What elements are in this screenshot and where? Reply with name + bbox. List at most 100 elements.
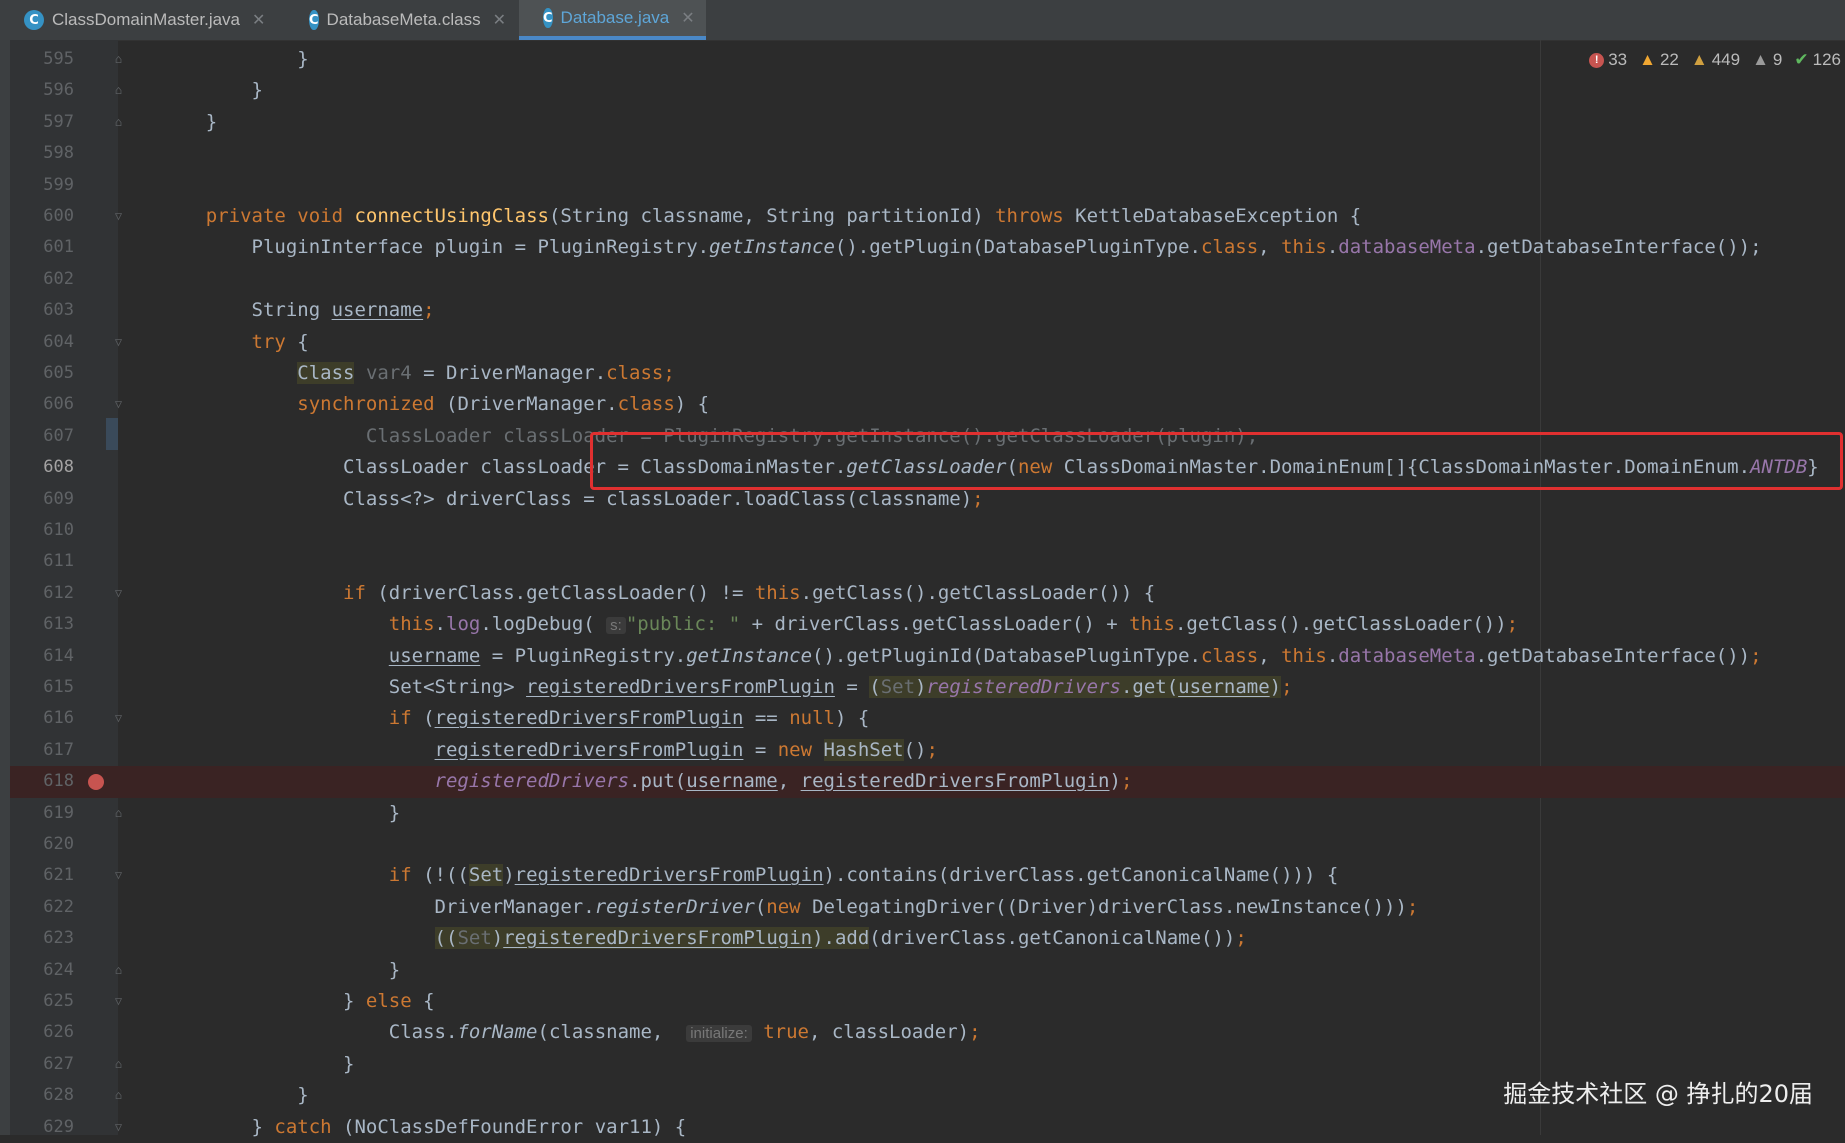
line-number: 616 [43,708,74,729]
editor-tab-bar: C ClassDomainMaster.java ✕ C DatabaseMet… [0,0,1845,41]
line-number: 628 [43,1085,74,1106]
fold-start-icon[interactable]: ▽ [113,712,124,725]
line-number: 603 [43,300,74,321]
fold-start-icon[interactable]: ▽ [113,210,124,223]
line-number: 623 [43,928,74,949]
line-number: 606 [43,394,74,415]
code-text: this.log.logDebug( s: "public: " + driver… [388,613,1519,636]
code-text: if (driverClass.getClassLoader() != this… [343,581,1156,604]
line-number: 611 [43,551,74,572]
line-number: 625 [43,991,74,1011]
code-line: 623 ((Set)registeredDriversFromPlugin).a… [10,923,1845,954]
code-line: 605 Class var4 = DriverManager.class; [10,358,1845,389]
line-number: 609 [43,488,74,509]
code-text: private void connectUsingClass(String cl… [205,205,1362,227]
tab-label: Database.java [560,8,670,27]
param-hint: s: [606,617,626,635]
code-line: 603 String username; [10,295,1845,326]
close-icon[interactable]: ✕ [493,10,506,30]
code-text: if (registeredDriversFromPlugin == null)… [388,707,870,730]
code-line: 615 Set<String> registeredDriversFromPlu… [10,672,1845,703]
line-number: 620 [43,834,74,854]
close-icon[interactable]: ✕ [681,8,694,28]
fold-end-icon[interactable]: ⌂ [113,84,124,97]
tab-classdomainmaster[interactable]: C ClassDomainMaster.java ✕ [0,0,280,40]
line-number: 614 [43,645,74,666]
code-text: username = PluginRegistry.getInstance().… [388,644,1762,667]
code-text: } [160,48,309,70]
code-text: synchronized (DriverManager.class) { [297,393,710,416]
close-icon[interactable]: ✕ [252,10,265,30]
fold-end-icon[interactable]: ⌂ [113,115,124,129]
code-line: 596 ⌂ } [10,75,1845,106]
code-line: 601 PluginInterface plugin = PluginRegis… [10,232,1845,263]
code-text: Class var4 = DriverManager.class; [297,362,675,384]
class-file-icon: C [24,10,44,30]
line-number: 608 [43,457,74,478]
code-text: } catch (NoClassDefFoundError var11) { [160,1115,687,1138]
code-line: 613 this.log.logDebug( s: "public: " + dr… [10,609,1845,640]
line-number: 607 [43,425,74,446]
code-text: registeredDrivers.put(username, register… [434,770,1133,793]
line-number: 613 [43,614,74,635]
tab-database[interactable]: C Database.java ✕ [519,0,706,40]
code-line: 612 ▽ if (driverClass.getClassLoader() !… [10,578,1845,609]
line-number: 615 [43,677,74,697]
fold-end-icon[interactable]: ⌂ [113,1057,124,1071]
fold-end-icon[interactable]: ⌂ [113,806,124,820]
fold-end-icon[interactable]: ⌂ [113,1089,124,1102]
code-text: Set<String> registeredDriversFromPlugin … [160,676,1293,698]
code-text: try { [251,330,309,353]
tab-label: DatabaseMeta.class [326,10,481,29]
line-number: 595 [43,49,74,69]
line-number: 612 [43,582,74,603]
code-text: String username; [160,299,435,322]
code-line: 604 ▽ try { [10,327,1845,358]
line-number: 618 [43,771,74,792]
code-line: 595 ⌂ } [10,44,1845,75]
code-line: 602 [10,264,1845,295]
code-text: registeredDriversFromPlugin = new HashSe… [434,738,938,761]
fold-start-icon[interactable]: ▽ [113,586,124,600]
code-line: 597 ⌂ } [10,107,1845,138]
class-file-icon: C [543,8,553,28]
fold-start-icon[interactable]: ▽ [113,1120,124,1134]
code-line: 610 [10,515,1845,546]
fold-start-icon[interactable]: ▽ [113,398,124,411]
line-number: 602 [43,268,74,289]
code-text: } [160,958,401,981]
code-text: ((Set)registeredDriversFromPlugin).add(d… [434,927,1247,950]
code-line: 629 ▽ } catch (NoClassDefFoundError var1… [10,1112,1845,1143]
code-line-breakpoint: 618 registeredDrivers.put(username, regi… [10,766,1845,798]
fold-start-icon[interactable]: ▽ [113,995,124,1008]
tab-label: ClassDomainMaster.java [52,10,241,29]
line-number: 626 [43,1022,74,1043]
line-number: 617 [43,739,74,760]
breakpoint-icon[interactable] [88,774,104,791]
code-text: DriverManager.registerDriver(new Delegat… [160,895,1419,918]
line-number: 597 [43,111,74,132]
line-number: 596 [43,80,74,101]
code-line: 620 [10,829,1845,860]
code-line: 611 [10,546,1845,577]
line-number: 600 [43,206,74,226]
code-line: 624 ⌂ } [10,955,1845,986]
line-number: 605 [43,363,74,383]
line-number: 610 [43,520,74,540]
code-line: 622 DriverManager.registerDriver(new Del… [10,892,1845,923]
line-number: 619 [43,802,74,823]
code-line: 616 ▽ if (registeredDriversFromPlugin ==… [10,703,1845,734]
fold-end-icon[interactable]: ⌂ [113,53,124,66]
code-text: Class.forName(classname, initialize: tru… [160,1021,981,1044]
line-number: 601 [43,237,74,258]
line-number: 624 [43,959,74,980]
code-line: 617 registeredDriversFromPlugin = new Ha… [10,735,1845,766]
fold-start-icon[interactable]: ▽ [113,869,124,882]
code-line: 599 [10,170,1845,201]
watermark: 掘金技术社区 @ 挣扎的20届 [1503,1080,1813,1108]
line-number: 598 [43,143,74,164]
code-line: 625 ▽ } else { [10,986,1845,1017]
fold-start-icon[interactable]: ▽ [113,335,124,349]
tab-databasemeta[interactable]: C DatabaseMeta.class ✕ [285,0,517,40]
fold-end-icon[interactable]: ⌂ [113,963,124,977]
